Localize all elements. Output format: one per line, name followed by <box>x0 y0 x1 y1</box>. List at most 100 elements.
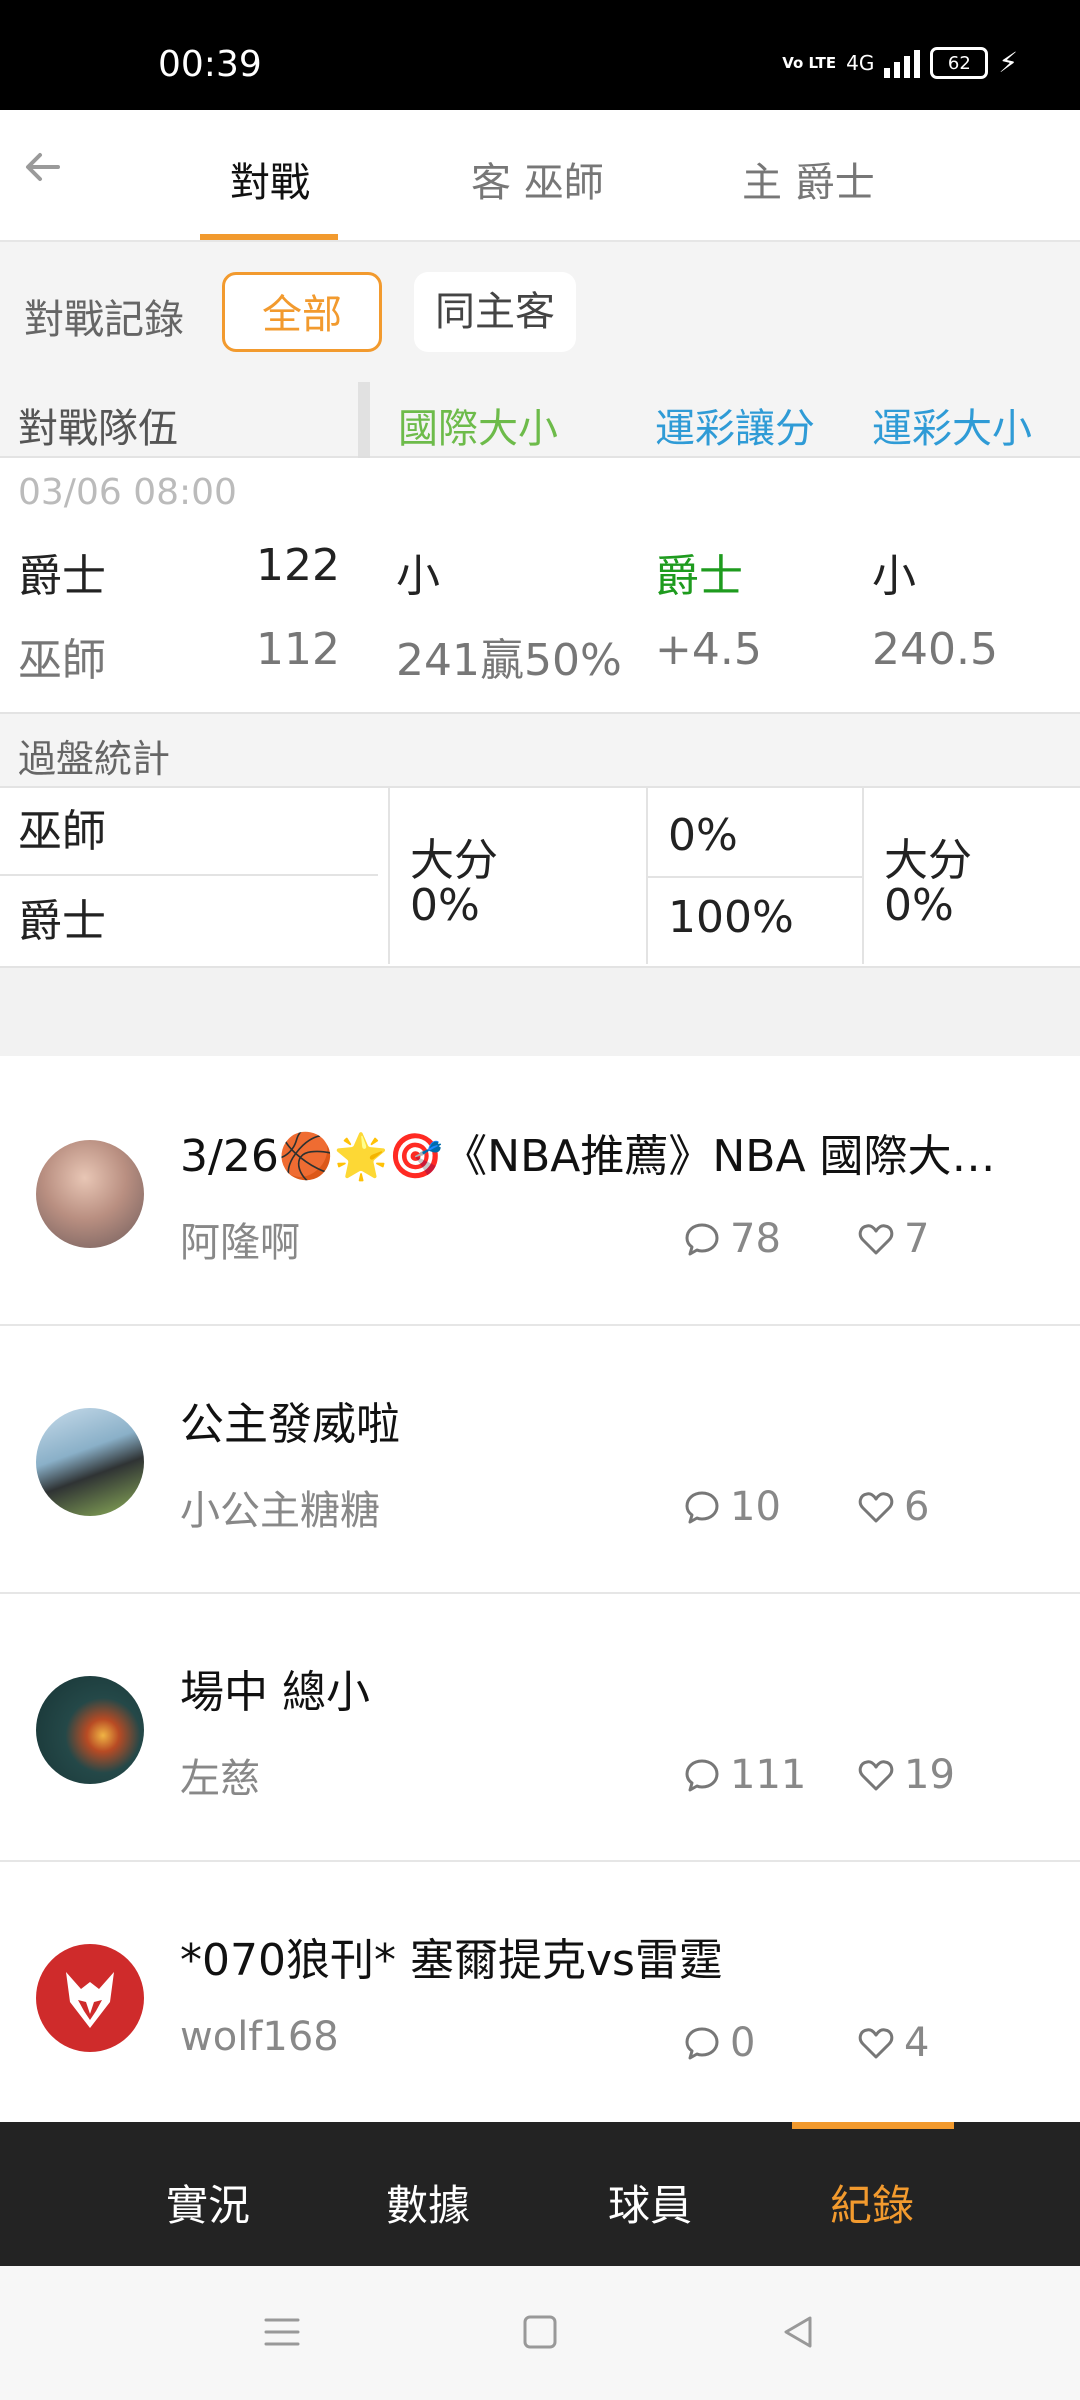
comment-icon <box>685 1223 719 1256</box>
section-gap <box>0 968 1080 1056</box>
match-date: 03/06 08:00 <box>18 472 237 513</box>
post-title[interactable]: 3/26🏀🌟🎯《NBA推薦》NBA 國際大… <box>180 1120 1040 1184</box>
avatar[interactable] <box>36 1944 144 2052</box>
table-header: 對戰隊伍 國際大小 運彩讓分 運彩大小 <box>0 382 1080 458</box>
network-type: 4G <box>846 51 875 75</box>
like-count[interactable]: 7 <box>856 1216 929 1262</box>
like-count[interactable]: 19 <box>856 1752 955 1798</box>
away-score: 112 <box>256 624 340 675</box>
match-row: 03/06 08:00 爵士 122 巫師 112 小 241贏50% 爵士 +… <box>0 458 1080 714</box>
post-title[interactable]: *070狼刊* 塞爾提克vs雷霆 <box>180 1924 1040 1988</box>
status-icons: Vo LTE 4G 62 ⚡ <box>782 47 1018 79</box>
tab-away-wizards[interactable]: 客 巫師 <box>471 150 604 208</box>
filter-same-home-away-button[interactable]: 同主客 <box>414 272 576 352</box>
like-count[interactable]: 4 <box>856 2020 929 2066</box>
post-item[interactable]: 場中 總小 左慈 111 19 <box>0 1592 1080 1862</box>
active-tab-underline <box>200 234 338 240</box>
post-item[interactable]: 3/26🏀🌟🎯《NBA推薦》NBA 國際大… 阿隆啊 78 7 <box>0 1056 1080 1326</box>
filter-row: 對戰記錄 全部 同主客 <box>0 242 1080 382</box>
header-intl-total: 國際大小 <box>398 406 558 452</box>
charging-icon: ⚡ <box>998 46 1018 79</box>
like-count-value: 4 <box>904 2020 930 2066</box>
back-triangle-icon[interactable] <box>778 2312 818 2352</box>
back-arrow-svg <box>26 153 60 181</box>
signal-icon <box>884 48 921 78</box>
stats-total-cell: 大分 0% <box>862 788 1080 964</box>
stats-table: 巫師 爵士 大分 0% 0% 100% 大分 0% <box>0 788 1080 968</box>
stats-total-label: 大分 <box>884 835 972 886</box>
spread-line: +4.5 <box>655 624 762 675</box>
post-author[interactable]: 左慈 <box>180 1746 260 1804</box>
stats-intl-cell: 大分 0% <box>388 788 648 964</box>
post-title[interactable]: 公主發威啦 <box>180 1388 1040 1452</box>
comment-icon <box>685 2027 719 2060</box>
battery-level: 62 <box>947 52 971 74</box>
top-header: 對戰 客 巫師 主 爵士 <box>0 110 1080 242</box>
comment-icon <box>685 1759 719 1792</box>
system-nav-bar <box>0 2266 1080 2400</box>
post-title[interactable]: 場中 總小 <box>180 1656 1040 1720</box>
header-spread: 運彩讓分 <box>655 406 815 452</box>
tab-players[interactable]: 球員 <box>608 2172 692 2233</box>
heart-icon <box>858 2028 894 2059</box>
like-count[interactable]: 6 <box>856 1484 929 1530</box>
home-score: 122 <box>256 540 340 591</box>
avatar[interactable] <box>36 1676 144 1784</box>
stats-header: 過盤統計 <box>0 714 1080 788</box>
tab-matchup[interactable]: 對戰 <box>230 150 310 208</box>
comment-count-value: 10 <box>730 1484 781 1530</box>
total-result: 小 <box>872 551 916 602</box>
heart-icon <box>858 1760 894 1791</box>
comment-icon <box>685 1491 719 1524</box>
volte-indicator: Vo LTE <box>782 53 837 72</box>
intl-result: 小 <box>396 551 440 602</box>
active-bottom-tab-indicator <box>792 2122 954 2129</box>
comment-count: 0 <box>682 2020 755 2066</box>
avatar[interactable] <box>36 1140 144 1248</box>
comment-count-value: 111 <box>730 1752 807 1798</box>
avatar[interactable] <box>36 1408 144 1516</box>
comment-count-value: 78 <box>730 1216 781 1262</box>
filter-all-button[interactable]: 全部 <box>222 272 382 352</box>
like-count-value: 7 <box>904 1216 930 1262</box>
post-item[interactable]: *070狼刊* 塞爾提克vs雷霆 wolf168 0 4 <box>0 1860 1080 2128</box>
back-arrow-icon[interactable] <box>20 142 80 202</box>
stats-team-wizards: 巫師 <box>0 788 378 876</box>
home-square-icon[interactable] <box>520 2312 560 2352</box>
post-author[interactable]: wolf168 <box>180 2014 339 2060</box>
stats-spread-top: 0% <box>668 810 738 861</box>
stats-title: 過盤統計 <box>18 737 171 781</box>
comment-count: 10 <box>682 1484 781 1530</box>
comment-count: 111 <box>682 1752 806 1798</box>
status-time: 00:39 <box>158 44 262 85</box>
heart-icon <box>858 1492 894 1523</box>
tab-home-jazz[interactable]: 主 爵士 <box>742 150 875 208</box>
comment-count: 78 <box>682 1216 781 1262</box>
battery-icon: 62 <box>930 47 989 79</box>
tab-live[interactable]: 實況 <box>166 2172 250 2233</box>
tab-records[interactable]: 紀錄 <box>830 2172 914 2233</box>
header-team: 對戰隊伍 <box>18 406 178 452</box>
header-lottery-total: 運彩大小 <box>872 406 1032 452</box>
bottom-tab-bar: 實況 數據 球員 紀錄 <box>0 2122 1080 2266</box>
menu-icon[interactable] <box>262 2312 302 2352</box>
away-team: 巫師 <box>18 635 106 686</box>
filter-label: 對戰記錄 <box>24 297 184 343</box>
tab-data[interactable]: 數據 <box>386 2172 470 2233</box>
post-item[interactable]: 公主發威啦 小公主糖糖 10 6 <box>0 1324 1080 1594</box>
stats-team-jazz: 爵士 <box>18 896 106 947</box>
wolf-logo-icon <box>66 1972 114 2028</box>
like-count-value: 6 <box>904 1484 930 1530</box>
post-author[interactable]: 阿隆啊 <box>180 1210 300 1268</box>
stats-spread-cell: 0% 100% <box>646 788 864 964</box>
total-line: 240.5 <box>872 624 998 675</box>
post-list: 3/26🏀🌟🎯《NBA推薦》NBA 國際大… 阿隆啊 78 7 公主發威啦 小公… <box>0 1056 1080 2122</box>
status-bar: 00:39 Vo LTE 4G 62 ⚡ <box>0 0 1080 110</box>
stats-spread-bottom: 100% <box>668 892 794 943</box>
stats-intl-label: 大分 <box>410 835 498 886</box>
intl-line: 241贏50% <box>396 635 622 686</box>
post-author[interactable]: 小公主糖糖 <box>180 1478 380 1536</box>
comment-count-value: 0 <box>730 2020 756 2066</box>
stats-total-value: 0% <box>884 880 954 931</box>
heart-icon <box>858 1224 894 1255</box>
